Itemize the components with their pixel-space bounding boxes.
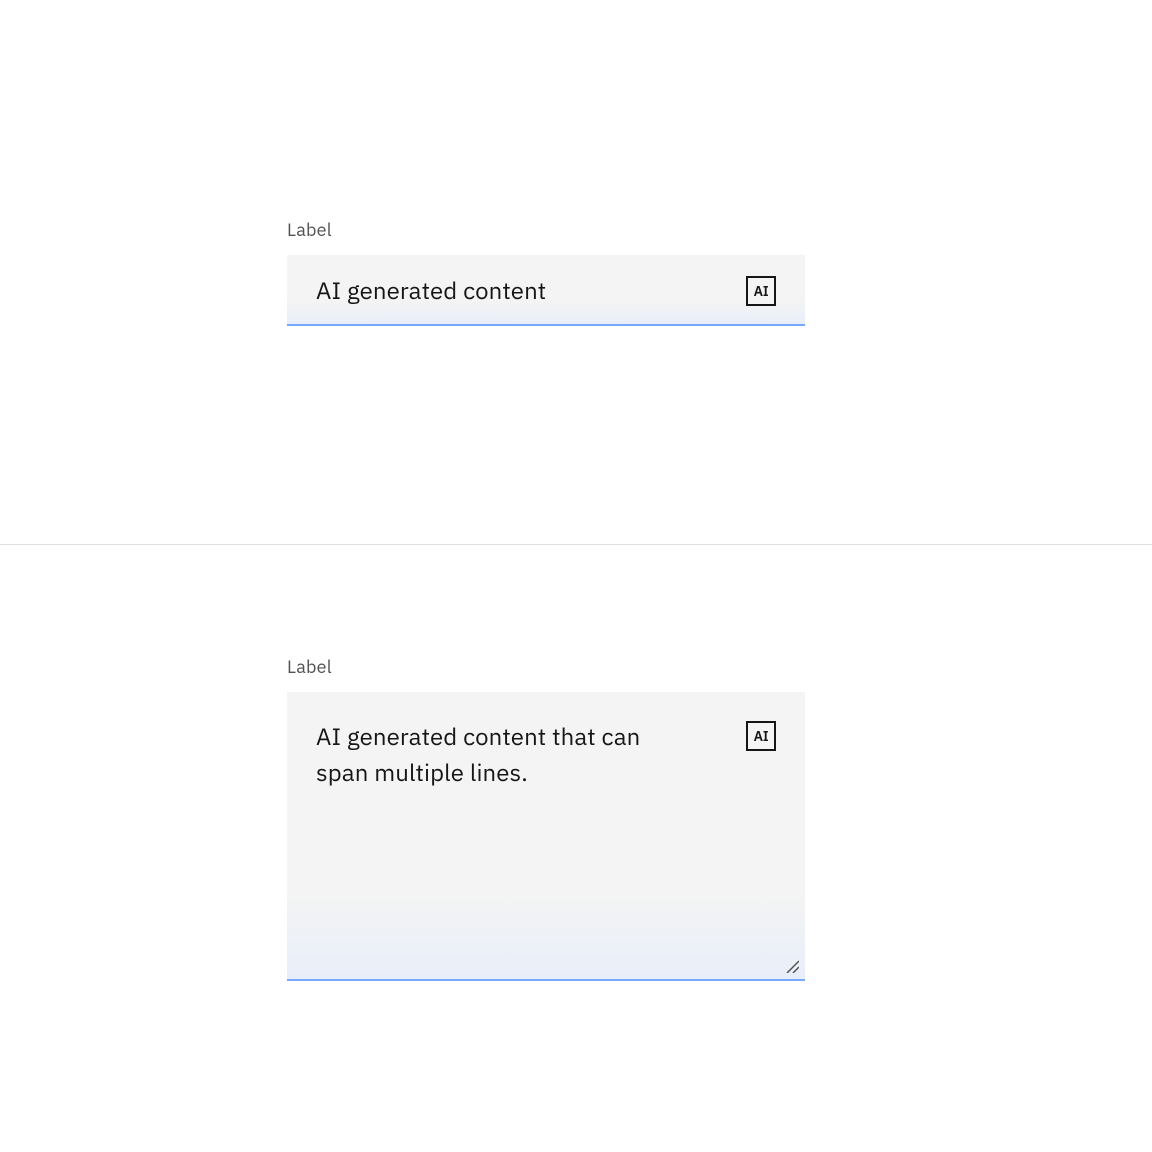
ai-badge-icon: AI: [746, 721, 776, 751]
ai-badge-text: AI: [754, 282, 769, 300]
text-input[interactable]: AI generated content AI: [287, 255, 805, 326]
text-input-label: Label: [287, 218, 805, 241]
text-area[interactable]: AI generated content that can span multi…: [287, 692, 805, 981]
text-input-section: Label AI generated content AI: [0, 0, 1152, 544]
text-area-section: Label AI generated content that can span…: [0, 545, 1152, 1152]
text-area-value: AI generated content that can span multi…: [316, 718, 686, 790]
resize-handle-icon[interactable]: [785, 959, 799, 973]
ai-badge-icon: AI: [746, 276, 776, 306]
text-input-value: AI generated content: [316, 274, 776, 306]
text-area-field-wrapper: Label AI generated content that can span…: [287, 655, 805, 981]
text-area-label: Label: [287, 655, 805, 678]
text-input-field-wrapper: Label AI generated content AI: [287, 218, 805, 326]
ai-badge-text: AI: [754, 727, 769, 745]
